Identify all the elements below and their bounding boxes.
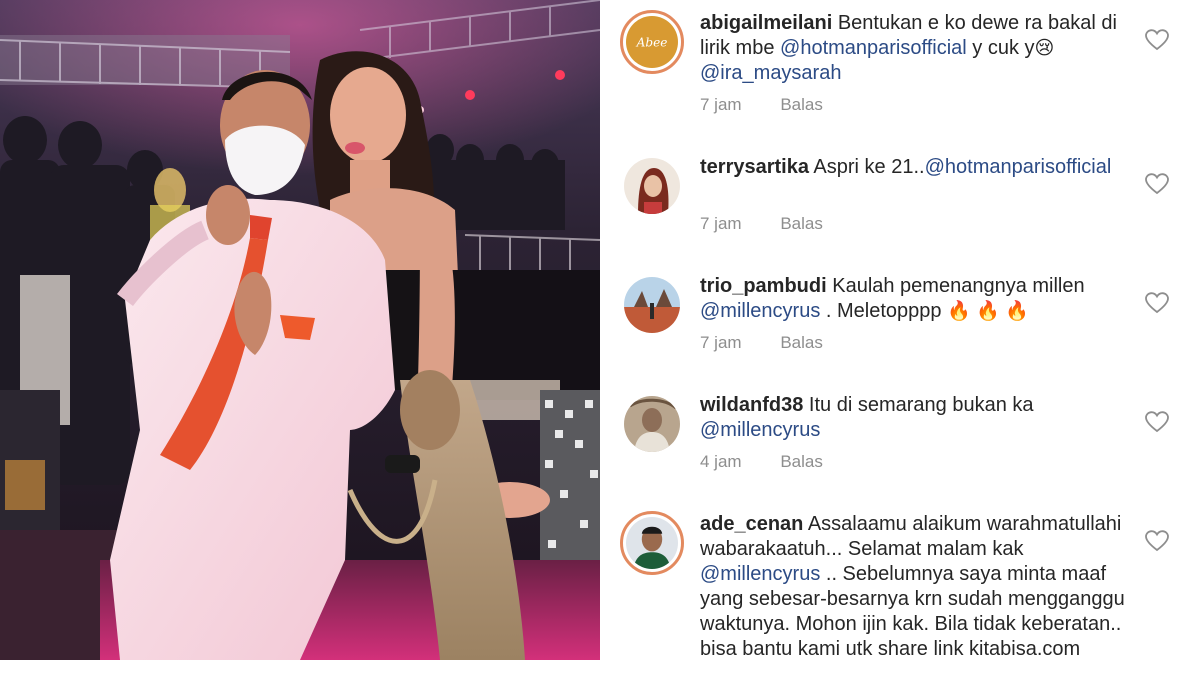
comment-username[interactable]: abigailmeilani xyxy=(700,12,832,34)
comment-username[interactable]: terrysartika xyxy=(700,156,809,178)
nightclub-photo xyxy=(0,0,600,660)
comment-mention[interactable]: @hotmanparisofficial xyxy=(780,37,967,59)
comment-meta: 7 jam Balas xyxy=(700,333,857,353)
comment-mention[interactable]: @millencyrus xyxy=(700,563,820,585)
comment-time: 7 jam xyxy=(700,95,742,114)
comment-body: Aspri ke 21.. xyxy=(808,156,925,178)
avatar-image xyxy=(624,277,680,333)
comment-body: y cuk y xyxy=(966,37,1035,59)
avatar[interactable] xyxy=(624,396,680,452)
avatar-image xyxy=(624,396,680,452)
heart-icon[interactable] xyxy=(1145,292,1169,314)
comment-body: Itu di semarang bukan ka xyxy=(803,394,1034,416)
comment-username[interactable]: wildanfd38 xyxy=(700,394,803,416)
avatar-logo-text: Abee xyxy=(636,36,668,50)
comment-text: abigailmeilani Bentukan e ko dewe ra bak… xyxy=(700,11,1130,86)
reply-button[interactable]: Balas xyxy=(780,95,823,114)
comment-body: Kaulah pemenangnya millen xyxy=(826,275,1085,297)
emoji: 😢 xyxy=(1034,38,1055,59)
reply-button[interactable]: Balas xyxy=(780,333,823,352)
heart-icon[interactable] xyxy=(1145,173,1169,195)
avatar[interactable] xyxy=(624,277,680,333)
comment-mention[interactable]: @hotmanparisofficial xyxy=(925,156,1112,178)
comment-username[interactable]: trio_pambudi xyxy=(700,275,827,297)
avatar-image xyxy=(624,158,680,214)
comments-panel: Abee abigailmeilani Bentukan e ko dewe r… xyxy=(600,0,1200,675)
comment-text: terrysartika Aspri ke 21..@hotmanparisof… xyxy=(700,155,1130,180)
avatar[interactable] xyxy=(620,511,684,575)
avatar[interactable] xyxy=(624,158,680,214)
comment-time: 7 jam xyxy=(700,333,742,352)
comment-text: wildanfd38 Itu di semarang bukan ka @mil… xyxy=(700,393,1130,443)
avatar-image xyxy=(626,517,678,569)
heart-icon[interactable] xyxy=(1145,530,1169,552)
comment-meta: 4 jam Balas xyxy=(700,452,857,472)
comment-time: 7 jam xyxy=(700,214,742,233)
comment-mention[interactable]: @millencyrus xyxy=(700,300,820,322)
avatar-image: Abee xyxy=(626,16,678,68)
comment-username[interactable]: ade_cenan xyxy=(700,513,803,535)
comment-mention[interactable]: @ira_maysarah xyxy=(700,62,841,84)
reply-button[interactable]: Balas xyxy=(780,214,823,233)
heart-icon[interactable] xyxy=(1145,411,1169,433)
comment-meta: 7 jam Balas xyxy=(700,214,857,234)
fire-emoji: 🔥 🔥 🔥 xyxy=(947,301,1029,322)
comment-text: trio_pambudi Kaulah pemenangnya millen @… xyxy=(700,274,1130,324)
post-photo[interactable] xyxy=(0,0,600,660)
comment-meta: 7 jam Balas xyxy=(700,95,857,115)
avatar[interactable]: Abee xyxy=(620,10,684,74)
comment-body: . Meletopppp xyxy=(820,300,942,322)
heart-icon[interactable] xyxy=(1145,29,1169,51)
reply-button[interactable]: Balas xyxy=(780,452,823,471)
comment-text: ade_cenan Assalaamu alaikum warahmatulla… xyxy=(700,512,1130,662)
comment-time: 4 jam xyxy=(700,452,742,471)
screenshot: Abee abigailmeilani Bentukan e ko dewe r… xyxy=(0,0,1200,675)
comment-mention[interactable]: @millencyrus xyxy=(700,419,820,441)
